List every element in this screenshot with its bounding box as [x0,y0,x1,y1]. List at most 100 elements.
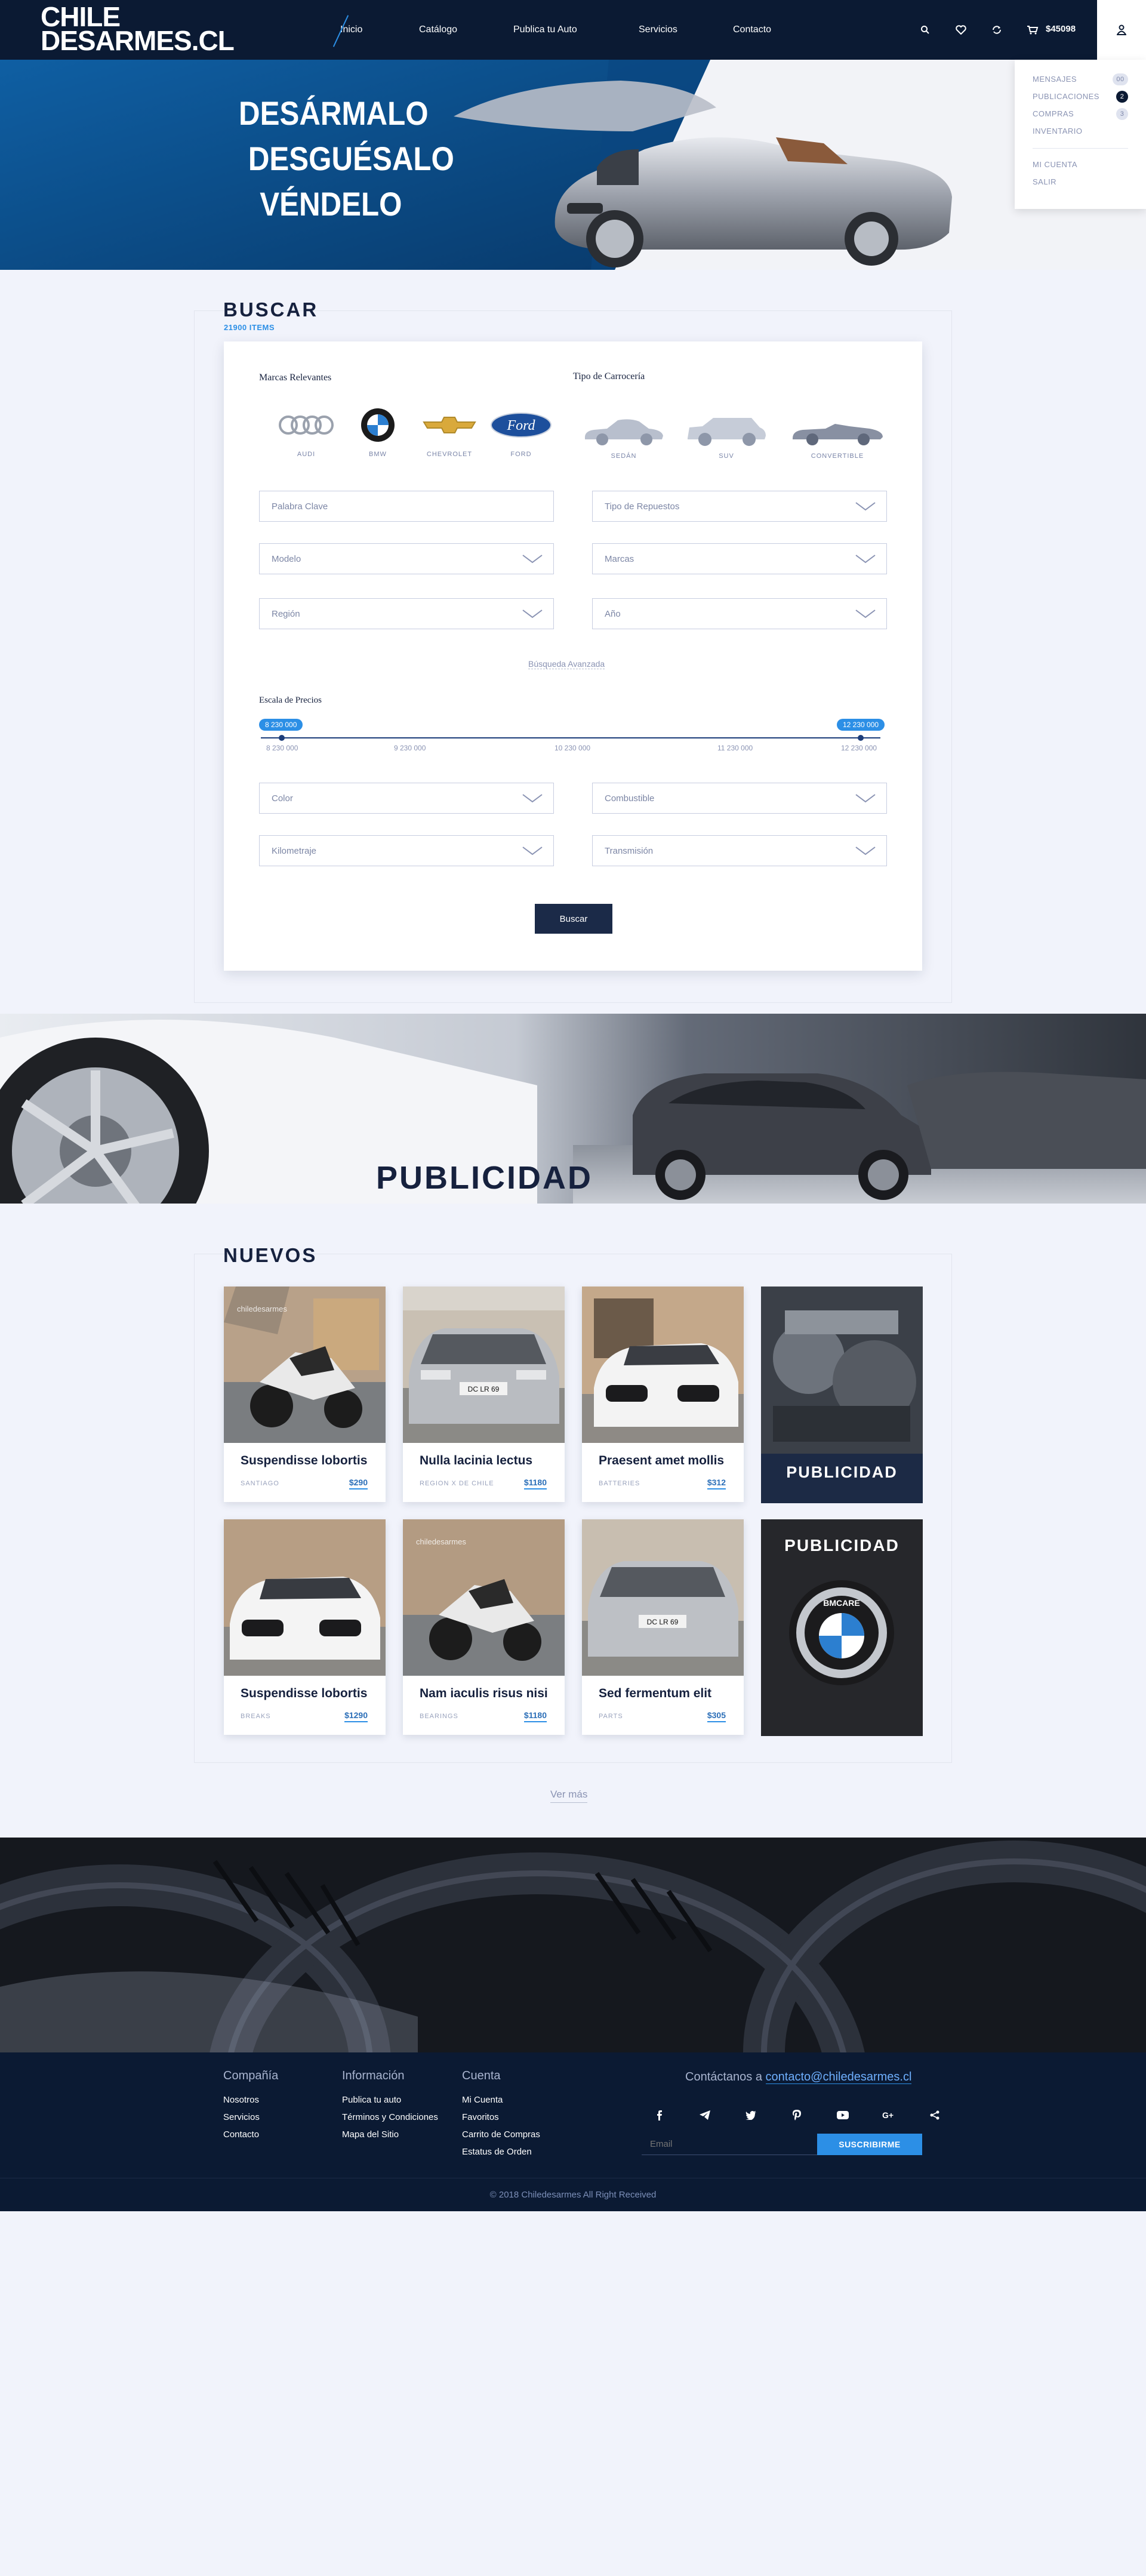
price-slider-min-handle[interactable] [279,735,285,741]
brand-name: AUDI [297,451,316,458]
menu-item-label: INVENTARIO [1033,127,1083,136]
product-title: Sed fermentum elit [599,1686,712,1700]
product-title: Nulla lacinia lectus [420,1454,533,1467]
footer-link[interactable]: Publica tu auto [342,2091,438,2109]
footer-link[interactable]: Contacto [223,2126,278,2143]
mileage-select[interactable]: Kilometraje [259,835,554,866]
menu-salir[interactable]: SALIR [1033,173,1128,190]
model-select[interactable]: Modelo [259,543,554,574]
chevron-down-icon [522,555,543,564]
body-sedan[interactable]: SEDÁN [582,412,666,460]
product-card[interactable]: Suspendisse lobortis BREAKS $1290 [224,1519,386,1735]
menu-publicaciones[interactable]: PUBLICACIONES 2 [1033,88,1128,105]
product-card[interactable]: DC LR 69 Nulla lacinia lectus REGION X D… [403,1287,565,1502]
hero-background [0,60,952,270]
cart-icon[interactable] [1015,18,1050,42]
body-type-name: SEDÁN [611,453,637,460]
chevron-down-icon [855,847,876,855]
share-icon[interactable] [911,2106,957,2124]
tires-banner [0,1838,1146,2052]
field-placeholder: Combustible [605,793,655,804]
search-button[interactable]: Buscar [535,904,612,934]
nav-catalogo[interactable]: Catálogo [419,24,513,35]
field-placeholder: Color [272,793,293,804]
product-card[interactable]: Praesent amet mollis BATTERIES $312 [582,1287,744,1502]
menu-item-label: MI CUENTA [1033,160,1078,169]
footer-link[interactable]: Términos y Condiciones [342,2109,438,2126]
ad-card[interactable]: PUBLICIDAD [761,1287,923,1503]
footer-link[interactable]: Favoritos [462,2109,540,2126]
tires-photo [0,1838,1146,2052]
license-plate: DC LR 69 [647,1618,679,1626]
nav-publica[interactable]: Publica tu Auto [513,24,639,35]
price-slider-track[interactable] [261,737,880,738]
menu-inventario[interactable]: INVENTARIO [1033,122,1128,140]
subscribe-button[interactable]: SUSCRIBIRME [817,2134,922,2155]
cart-total[interactable]: $45098 [1046,24,1076,34]
ford-logo-icon: Ford [491,413,552,438]
body-convertible[interactable]: CONVERTIBLE [790,412,885,460]
menu-compras[interactable]: COMPRAS 3 [1033,105,1128,122]
product-category: SANTIAGO [241,1480,279,1487]
price-label: Escala de Precios [259,695,322,705]
nav-inicio[interactable]: Inicio [340,24,419,35]
product-card[interactable]: chiledesarmes Suspendisse lobortis SANTI… [224,1287,386,1502]
footer-link[interactable]: Nosotros [223,2091,278,2109]
fuel-select[interactable]: Combustible [592,783,887,814]
brand-bmw[interactable]: BMW [342,404,414,458]
convertible-icon [793,424,883,445]
heart-icon[interactable] [943,18,979,42]
nav-contacto[interactable]: Contacto [733,24,799,35]
slogan-line: DESÁRMALO [239,94,429,132]
ver-mas-link[interactable]: Ver más [550,1789,588,1803]
brand-ford[interactable]: Ford FORD [485,404,557,458]
product-image: DC LR 69 [582,1519,744,1676]
google-plus-icon[interactable]: G+ [865,2106,911,2124]
brand-chevrolet[interactable]: CHEVROLET [414,404,485,458]
brands-select[interactable]: Marcas [592,543,887,574]
parts-type-select[interactable]: Tipo de Repuestos [592,491,887,522]
ad-card[interactable]: BMCARE PUBLICIDAD [761,1519,923,1736]
price-slider-max-handle[interactable] [858,735,864,741]
footer-col-compania: Compañía Nosotros Servicios Contacto [223,2069,278,2143]
footer-link[interactable]: Mapa del Sitio [342,2126,438,2143]
footer-col-title: Información [342,2069,405,2082]
site-logo[interactable]: CHILE DESARMES.CL [41,3,235,54]
chevron-down-icon [855,794,876,803]
twitter-icon[interactable] [728,2106,774,2124]
body-suv[interactable]: SUV [685,412,768,460]
product-category: BREAKS [241,1713,271,1720]
footer-col-title: Cuenta [462,2069,501,2082]
advanced-search-link[interactable]: Búsqueda Avanzada [528,659,605,669]
color-select[interactable]: Color [259,783,554,814]
product-card[interactable]: DC LR 69 Sed fermentum elit PARTS $305 [582,1519,744,1735]
brand-audi[interactable]: AUDI [270,404,342,458]
contact-email-link[interactable]: contacto@chiledesarmes.cl [765,2070,912,2084]
transmission-select[interactable]: Transmisión [592,835,887,866]
search-icon[interactable] [907,18,943,42]
body-type-name: SUV [719,453,734,460]
footer-link[interactable]: Estatus de Orden [462,2143,540,2160]
youtube-icon[interactable] [820,2106,865,2124]
nav-servicios[interactable]: Servicios [639,24,733,35]
menu-mensajes[interactable]: MENSAJES 00 [1033,70,1128,88]
product-card[interactable]: chiledesarmes Nam iaculis risus nisi BEA… [403,1519,565,1735]
keyword-input[interactable]: Palabra Clave [259,491,554,522]
region-select[interactable]: Región [259,598,554,629]
user-button[interactable] [1097,0,1146,60]
nuevos-title: NUEVOS [223,1244,318,1266]
pinterest-icon[interactable] [774,2106,820,2124]
newsletter-email-input[interactable] [642,2134,817,2155]
footer-link[interactable]: Servicios [223,2109,278,2126]
year-select[interactable]: Año [592,598,887,629]
brand-name: CHEVROLET [426,451,473,458]
footer-link[interactable]: Mi Cuenta [462,2091,540,2109]
price-max-pill: 12 230 000 [837,719,885,731]
field-placeholder: Kilometraje [272,845,317,856]
ad-banner[interactable]: PUBLICIDAD [0,1014,1146,1204]
footer-link[interactable]: Carrito de Compras [462,2126,540,2143]
refresh-icon[interactable] [979,18,1015,42]
telegram-icon[interactable] [682,2106,728,2124]
menu-mi-cuenta[interactable]: MI CUENTA [1033,156,1128,173]
facebook-icon[interactable] [636,2106,682,2124]
